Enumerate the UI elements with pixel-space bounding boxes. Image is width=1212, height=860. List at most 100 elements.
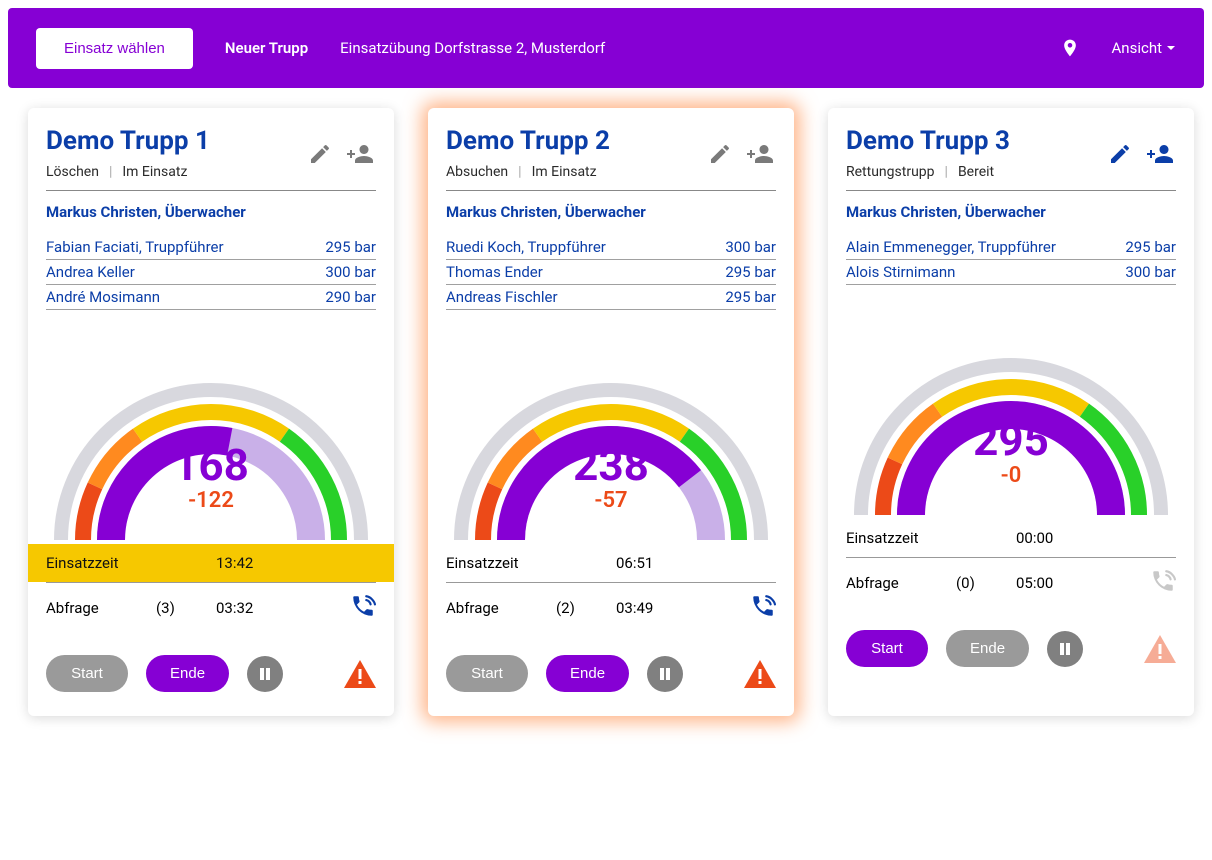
meta-separator: | bbox=[518, 164, 521, 180]
abfrage-time: 03:49 bbox=[616, 599, 676, 617]
abfrage-time: 05:00 bbox=[1016, 574, 1076, 592]
header-divider bbox=[46, 190, 376, 191]
abfrage-row: Abfrage (2) 03:49 bbox=[428, 583, 794, 633]
member-row: Alain Emmenegger, Truppführer 295 bar bbox=[846, 235, 1176, 260]
select-mission-button[interactable]: Einsatz wählen bbox=[36, 28, 193, 69]
member-name: Ruedi Koch, Truppführer bbox=[446, 238, 606, 256]
member-pressure: 295 bar bbox=[325, 238, 376, 256]
view-select[interactable]: Ansicht bbox=[1112, 39, 1176, 57]
card-status: Bereit bbox=[958, 164, 994, 180]
edit-icon[interactable] bbox=[1108, 142, 1132, 166]
member-name: Alain Emmenegger, Truppführer bbox=[846, 238, 1056, 256]
abfrage-count: (0) bbox=[956, 574, 1016, 592]
pressure-gauge: 295 -0 bbox=[846, 345, 1176, 525]
card-task: Absuchen bbox=[446, 164, 508, 180]
card-status: Im Einsatz bbox=[532, 164, 597, 180]
member-pressure: 300 bar bbox=[725, 238, 776, 256]
supervisor: Markus Christen, Überwacher bbox=[846, 203, 1176, 221]
card-task: Rettungstrupp bbox=[846, 164, 935, 180]
member-name: Andreas Fischler bbox=[446, 288, 558, 306]
member-row: Fabian Faciati, Truppführer 295 bar bbox=[46, 235, 376, 260]
location-pin-icon[interactable] bbox=[1060, 38, 1080, 58]
team-card: Demo Trupp 1 Löschen | Im Einsatz Markus… bbox=[28, 108, 394, 716]
gauge-delta: -122 bbox=[46, 488, 376, 513]
member-name: Thomas Ender bbox=[446, 263, 543, 281]
phone-icon bbox=[1150, 568, 1176, 598]
member-pressure: 295 bar bbox=[725, 288, 776, 306]
phone-icon[interactable] bbox=[350, 593, 376, 623]
supervisor: Markus Christen, Überwacher bbox=[46, 203, 376, 221]
member-row: Andreas Fischler 295 bar bbox=[446, 285, 776, 310]
card-title: Demo Trupp 3 bbox=[846, 126, 1108, 156]
supervisor: Markus Christen, Überwacher bbox=[446, 203, 776, 221]
header-divider bbox=[446, 190, 776, 191]
member-row: Alois Stirnimann 300 bar bbox=[846, 260, 1176, 285]
start-button: Start bbox=[446, 655, 528, 692]
member-pressure: 295 bar bbox=[725, 263, 776, 281]
member-pressure: 300 bar bbox=[325, 263, 376, 281]
member-pressure: 295 bar bbox=[1125, 238, 1176, 256]
team-card: Demo Trupp 2 Absuchen | Im Einsatz Marku… bbox=[428, 108, 794, 716]
gauge-value: 168 bbox=[46, 442, 376, 488]
warning-icon bbox=[1144, 635, 1176, 663]
member-name: André Mosimann bbox=[46, 288, 160, 306]
gauge-value: 238 bbox=[446, 442, 776, 488]
einsatzzeit-value: 13:42 bbox=[216, 554, 276, 572]
gauge-value: 295 bbox=[846, 417, 1176, 463]
mission-title: Einsatzübung Dorfstrasse 2, Musterdorf bbox=[340, 39, 605, 57]
abfrage-row: Abfrage (0) 05:00 bbox=[828, 558, 1194, 608]
abfrage-label: Abfrage bbox=[46, 599, 156, 617]
abfrage-label: Abfrage bbox=[846, 574, 956, 592]
abfrage-time: 03:32 bbox=[216, 599, 276, 617]
member-row: Andrea Keller 300 bar bbox=[46, 260, 376, 285]
member-pressure: 300 bar bbox=[1125, 263, 1176, 281]
add-member-icon[interactable] bbox=[1144, 140, 1176, 168]
abfrage-row: Abfrage (3) 03:32 bbox=[28, 583, 394, 633]
pressure-gauge: 168 -122 bbox=[46, 370, 376, 550]
member-row: André Mosimann 290 bar bbox=[46, 285, 376, 310]
phone-icon[interactable] bbox=[750, 593, 776, 623]
card-task: Löschen bbox=[46, 164, 99, 180]
pause-button[interactable] bbox=[647, 656, 683, 692]
member-row: Thomas Ender 295 bar bbox=[446, 260, 776, 285]
edit-icon[interactable] bbox=[308, 142, 332, 166]
einsatzzeit-label: Einsatzzeit bbox=[846, 529, 956, 547]
team-card: Demo Trupp 3 Rettungstrupp | Bereit Mark… bbox=[828, 108, 1194, 716]
meta-separator: | bbox=[109, 164, 112, 180]
new-team-link[interactable]: Neuer Trupp bbox=[225, 39, 308, 57]
cards-container: Demo Trupp 1 Löschen | Im Einsatz Markus… bbox=[0, 96, 1212, 728]
view-select-label: Ansicht bbox=[1112, 39, 1162, 57]
top-navbar: Einsatz wählen Neuer Trupp Einsatzübung … bbox=[8, 8, 1204, 88]
end-button[interactable]: Ende bbox=[146, 655, 229, 692]
gauge-delta: -0 bbox=[846, 463, 1176, 488]
start-button[interactable]: Start bbox=[846, 630, 928, 667]
pause-button[interactable] bbox=[1047, 631, 1083, 667]
add-member-icon[interactable] bbox=[744, 140, 776, 168]
chevron-down-icon bbox=[1166, 43, 1176, 53]
warning-icon[interactable] bbox=[744, 660, 776, 688]
abfrage-label: Abfrage bbox=[446, 599, 556, 617]
pause-button[interactable] bbox=[247, 656, 283, 692]
edit-icon[interactable] bbox=[708, 142, 732, 166]
end-button[interactable]: Ende bbox=[546, 655, 629, 692]
abfrage-count: (3) bbox=[156, 599, 216, 617]
member-name: Andrea Keller bbox=[46, 263, 135, 281]
einsatzzeit-label: Einsatzzeit bbox=[446, 554, 556, 572]
header-divider bbox=[846, 190, 1176, 191]
pressure-gauge: 238 -57 bbox=[446, 370, 776, 550]
member-name: Fabian Faciati, Truppführer bbox=[46, 238, 224, 256]
einsatzzeit-value: 00:00 bbox=[1016, 529, 1076, 547]
member-row: Ruedi Koch, Truppführer 300 bar bbox=[446, 235, 776, 260]
end-button: Ende bbox=[946, 630, 1029, 667]
einsatzzeit-value: 06:51 bbox=[616, 554, 676, 572]
abfrage-count: (2) bbox=[556, 599, 616, 617]
gauge-delta: -57 bbox=[446, 488, 776, 513]
member-pressure: 290 bar bbox=[325, 288, 376, 306]
add-member-icon[interactable] bbox=[344, 140, 376, 168]
warning-icon[interactable] bbox=[344, 660, 376, 688]
meta-separator: | bbox=[945, 164, 948, 180]
start-button: Start bbox=[46, 655, 128, 692]
card-title: Demo Trupp 2 bbox=[446, 126, 708, 156]
member-name: Alois Stirnimann bbox=[846, 263, 955, 281]
einsatzzeit-label: Einsatzzeit bbox=[46, 554, 156, 572]
